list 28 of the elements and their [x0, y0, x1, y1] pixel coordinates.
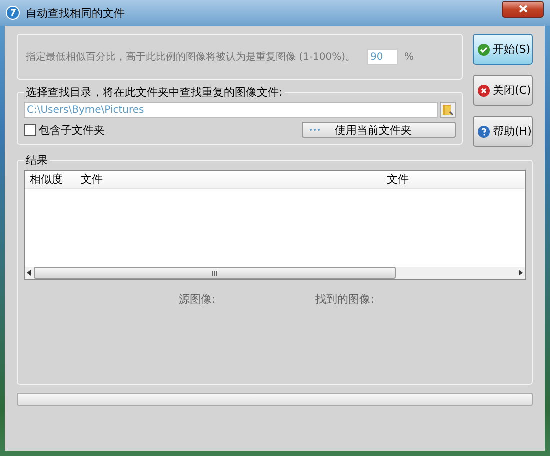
horizontal-scrollbar[interactable] — [25, 267, 525, 279]
check-icon — [478, 44, 490, 56]
browse-button[interactable] — [440, 102, 456, 118]
subfolder-checkbox[interactable] — [24, 124, 36, 136]
close-icon — [478, 84, 490, 96]
left-arrow-icon[interactable] — [27, 270, 32, 276]
action-button[interactable]: 开始(S) — [473, 34, 533, 65]
column-header[interactable]: 文件 — [76, 171, 382, 188]
close-icon — [518, 5, 528, 13]
source-image-label: 源图像: — [179, 292, 216, 307]
column-header[interactable]: 相似度 — [25, 171, 76, 188]
action-button[interactable]: 关闭(C) — [473, 75, 533, 106]
action-button[interactable]: 帮助(H) — [473, 116, 533, 147]
app-icon — [6, 6, 20, 20]
close-button[interactable] — [502, 0, 544, 18]
scrollbar-thumb[interactable] — [34, 267, 396, 279]
group-label: 结果 — [25, 153, 49, 168]
right-arrow-icon[interactable] — [518, 270, 523, 276]
window-title: 自动查找相同的文件 — [26, 6, 126, 20]
found-image-label: 找到的图像: — [316, 292, 374, 307]
group-label: 选择查找目录，将在此文件夹中查找重复的图像文件: — [25, 85, 284, 100]
checkbox-label: 包含子文件夹 — [39, 122, 105, 138]
ellipsis-icon — [309, 128, 321, 132]
percent-unit: % — [404, 52, 414, 62]
threshold-hint: 指定最低相似百分比，高于此比例的图像将被认为是重复图像 (1-100%)。 — [26, 50, 357, 64]
column-header[interactable]: 文件 — [382, 171, 525, 188]
use-current-folder-button[interactable]: 使用当前文件夹 — [302, 122, 456, 138]
help-icon — [478, 126, 490, 138]
